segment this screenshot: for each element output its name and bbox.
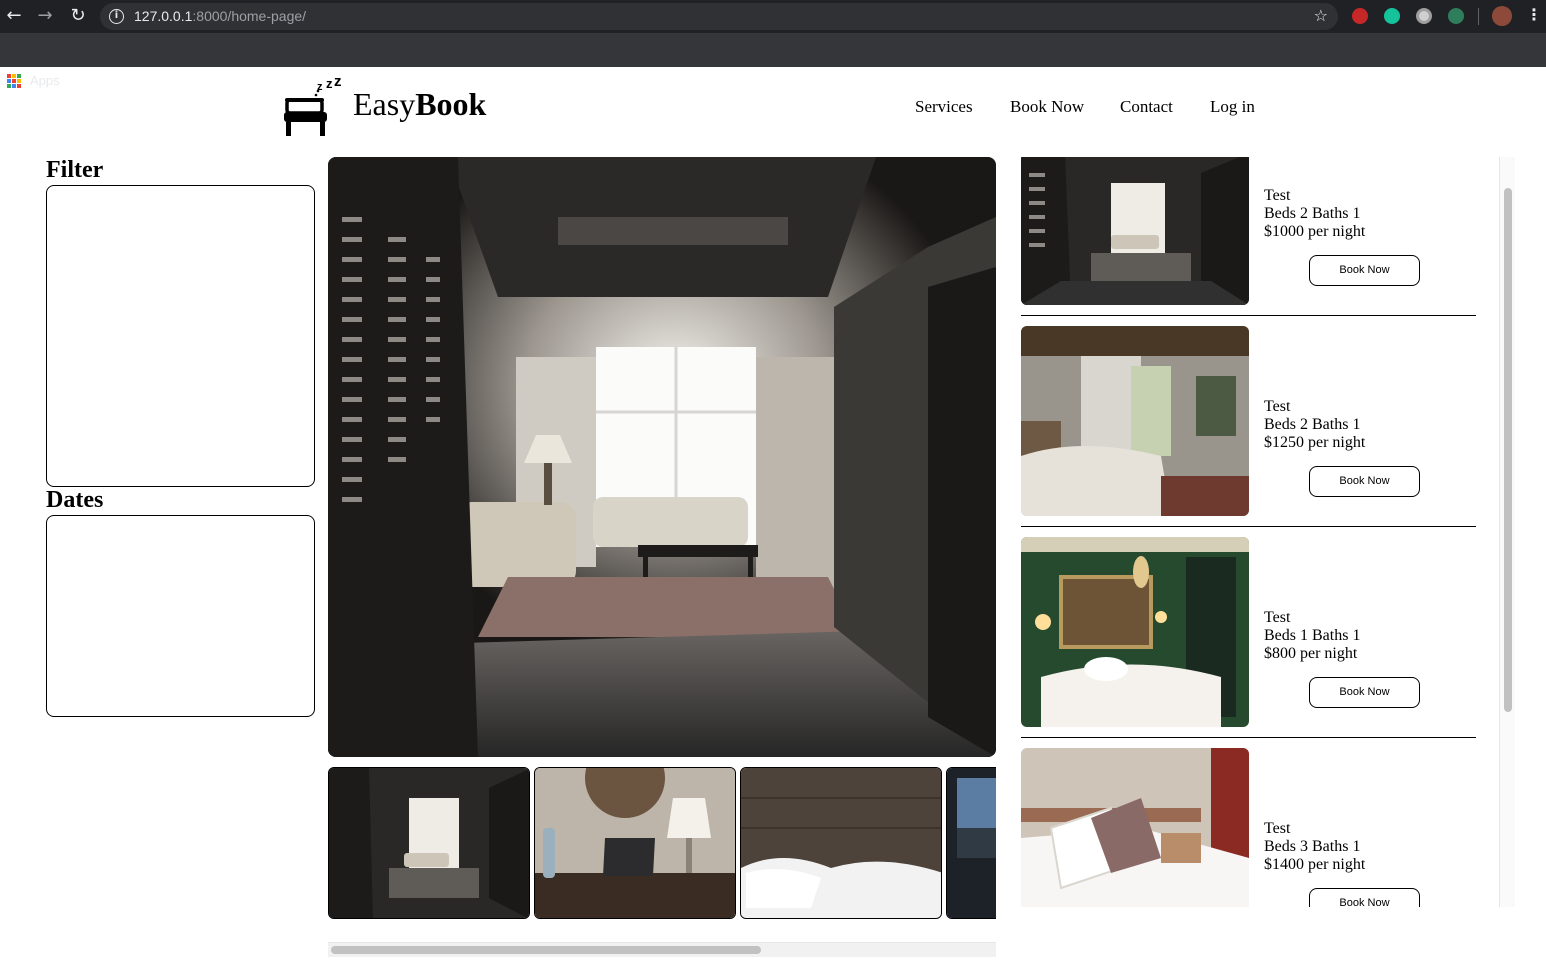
address-bar[interactable]: i 127.0.0.1:8000/home-page/ ☆	[100, 3, 1338, 30]
extension-circle-icon[interactable]	[1416, 8, 1432, 24]
listing-details: Beds 1 Baths 1	[1264, 627, 1361, 644]
apps-bookmark[interactable]: Apps	[30, 73, 60, 88]
listing-price: $800 per night	[1264, 645, 1358, 662]
listing-card: Test Beds 1 Baths 1 $800 per night Book …	[1021, 537, 1476, 748]
info-icon[interactable]: i	[109, 9, 124, 24]
listing-price: $1000 per night	[1264, 223, 1366, 240]
book-now-button[interactable]: Book Now	[1309, 255, 1420, 286]
nav-log-in[interactable]: Log in	[1210, 97, 1255, 117]
listing-price: $1400 per night	[1264, 856, 1366, 873]
horizontal-scrollbar-thumb[interactable]	[331, 946, 761, 954]
book-now-button[interactable]: Book Now	[1309, 466, 1420, 497]
bookmarks-bar: Apps	[0, 33, 1546, 88]
svg-text:z: z	[334, 76, 342, 90]
book-now-button[interactable]: Book Now	[1309, 888, 1420, 907]
brand-logo-text[interactable]: EasyBook	[353, 86, 486, 123]
listing-details: Beds 2 Baths 1	[1264, 205, 1361, 222]
nav-book-now[interactable]: Book Now	[1010, 97, 1084, 117]
listings-panel[interactable]: Test Beds 2 Baths 1 $1000 per night Book…	[1021, 157, 1506, 907]
url-host: 127.0.0.1	[134, 8, 193, 24]
listing-title: Test	[1264, 609, 1291, 626]
thumbnail-image[interactable]	[534, 767, 736, 919]
listing-title: Test	[1264, 820, 1291, 837]
listing-info: Test Beds 2 Baths 1 $1000 per night	[1264, 187, 1365, 241]
address-url[interactable]: 127.0.0.1:8000/home-page/	[134, 8, 306, 24]
book-now-button[interactable]: Book Now	[1309, 677, 1420, 708]
filter-panel[interactable]	[46, 185, 315, 487]
filter-title: Filter	[46, 157, 104, 183]
listing-details: Beds 2 Baths 1	[1264, 416, 1361, 433]
bookmark-star-icon[interactable]: ☆	[1314, 6, 1328, 25]
sleeping-bed-icon[interactable]: z z z	[283, 76, 345, 138]
brand-light: Easy	[353, 86, 416, 122]
recycle-extension-icon[interactable]	[1448, 8, 1464, 24]
nav-contact[interactable]: Contact	[1120, 97, 1173, 117]
browser-toolbar: ← → ↻ i 127.0.0.1:8000/home-page/ ☆ ⋮	[0, 0, 1546, 33]
listing-divider	[1021, 526, 1476, 527]
vertical-scrollbar-thumb[interactable]	[1504, 188, 1512, 712]
more-vert-icon[interactable]: ⋮	[1526, 5, 1542, 24]
back-icon[interactable]: ←	[3, 5, 25, 27]
listing-title: Test	[1264, 398, 1291, 415]
thumbnail-image[interactable]	[740, 767, 942, 919]
profile-avatar[interactable]	[1492, 6, 1512, 26]
main-room-photo[interactable]	[328, 157, 996, 757]
listing-divider	[1021, 315, 1476, 316]
svg-text:z: z	[326, 76, 333, 91]
listing-info: Test Beds 1 Baths 1 $800 per night	[1264, 609, 1360, 663]
url-path: :8000/home-page/	[192, 8, 307, 24]
dates-title: Dates	[46, 487, 104, 513]
listing-photo[interactable]	[1021, 537, 1249, 727]
forward-icon[interactable]: →	[34, 5, 56, 27]
listing-info: Test Beds 2 Baths 1 $1250 per night	[1264, 398, 1365, 452]
listing-card: Test Beds 3 Baths 1 $1400 per night Book…	[1021, 748, 1476, 907]
apps-grid-icon[interactable]	[7, 74, 21, 88]
thumbnail-image[interactable]	[328, 767, 530, 919]
listing-photo[interactable]	[1021, 326, 1249, 516]
thumbnail-strip[interactable]	[328, 767, 996, 919]
ublock-extension-icon[interactable]	[1352, 8, 1368, 24]
listing-divider	[1021, 737, 1476, 738]
listing-title: Test	[1264, 187, 1291, 204]
listing-price: $1250 per night	[1264, 434, 1366, 451]
listing-details: Beds 3 Baths 1	[1264, 838, 1361, 855]
nav-services[interactable]: Services	[915, 97, 973, 117]
brand-bold: Book	[415, 86, 487, 122]
grammarly-extension-icon[interactable]	[1384, 8, 1400, 24]
toolbar-separator	[1478, 8, 1479, 25]
listing-photo[interactable]	[1021, 157, 1249, 305]
dates-panel[interactable]	[46, 515, 315, 717]
listing-card: Test Beds 2 Baths 1 $1250 per night Book…	[1021, 326, 1476, 537]
reload-icon[interactable]: ↻	[67, 5, 89, 27]
listing-info: Test Beds 3 Baths 1 $1400 per night	[1264, 820, 1365, 874]
thumbnail-image[interactable]	[946, 767, 996, 919]
listing-photo[interactable]	[1021, 748, 1249, 907]
